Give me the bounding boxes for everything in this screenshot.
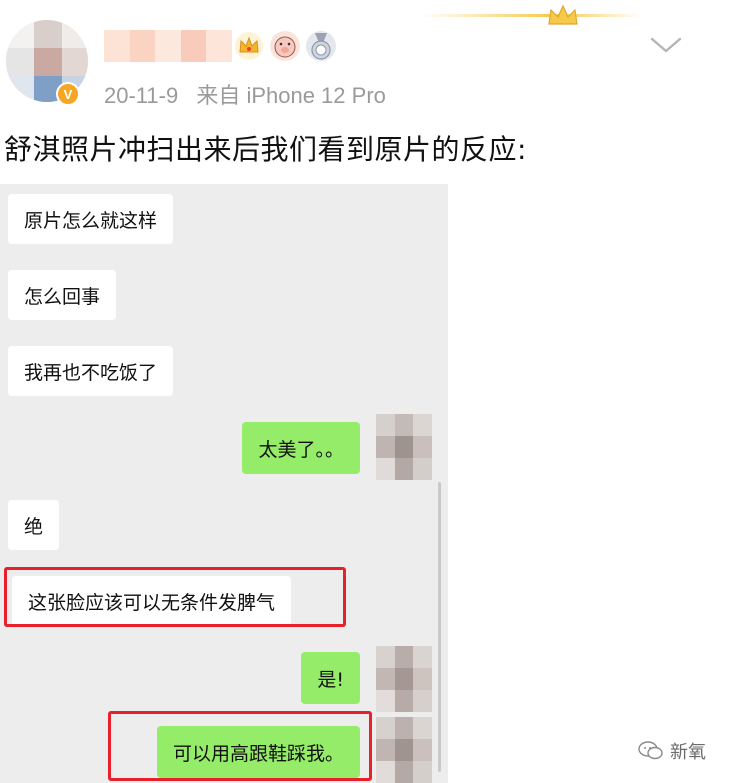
chat-message-sent: 太美了。。 (242, 422, 360, 474)
chat-screenshot: 原片怎么就这样 怎么回事 我再也不吃饭了 太美了。。 绝 这张脸应该可以无条件发… (0, 184, 448, 783)
chevron-down-icon[interactable] (648, 34, 684, 56)
chat-avatar-self (376, 414, 432, 480)
pig-face-icon (270, 31, 300, 61)
watermark-label: 新氧 (670, 742, 706, 763)
post-body-text: 舒淇照片冲扫出来后我们看到原片的反应: (4, 133, 527, 166)
chat-avatar-self (376, 646, 432, 712)
highlight-box-received (4, 567, 346, 627)
verified-badge: V (56, 82, 80, 106)
chat-avatar-self (376, 717, 432, 783)
header-decoration-line (421, 14, 641, 17)
crown-icon (235, 32, 263, 60)
chat-message-sent: 是! (301, 652, 360, 704)
chat-message-received: 绝 (8, 500, 60, 550)
chat-scrollbar (438, 482, 441, 772)
post-source: 来自 iPhone 12 Pro (196, 83, 386, 108)
crown-decoration-icon (548, 4, 578, 25)
watermark: 新氧 (638, 738, 706, 764)
highlight-box-sent (108, 711, 372, 781)
medal-icon (306, 31, 336, 61)
wechat-bubble-icon (638, 741, 663, 760)
post-date: 20-11-9 (104, 83, 179, 108)
chat-message-received: 原片怎么就这样 (8, 194, 174, 244)
chat-message-received: 我再也不吃饭了 (8, 346, 174, 396)
chat-message-received: 怎么回事 (8, 270, 117, 320)
author-name-blurred[interactable] (104, 30, 232, 62)
post-meta: 20-11-9 来自 iPhone 12 Pro (104, 78, 398, 110)
